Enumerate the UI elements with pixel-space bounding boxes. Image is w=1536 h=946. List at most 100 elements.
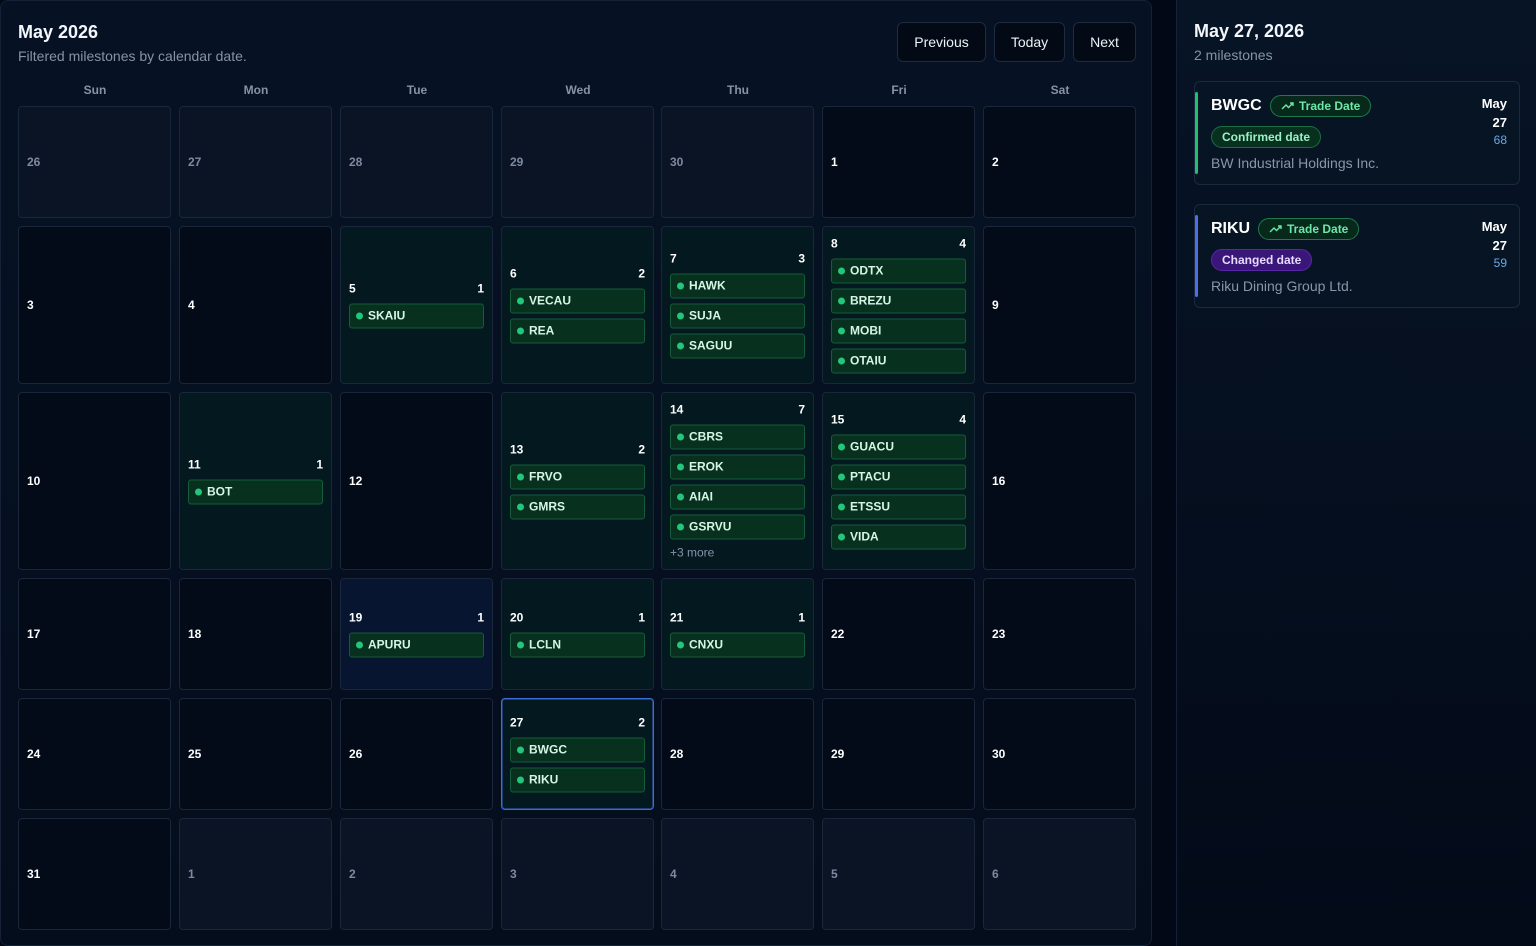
day-cell[interactable]: 29 (822, 698, 975, 810)
day-cell[interactable]: 26 (340, 698, 493, 810)
next-button[interactable]: Next (1073, 22, 1136, 62)
milestone-chip[interactable]: BOT (188, 479, 323, 505)
day-number: 3 (510, 867, 517, 881)
milestone-chip[interactable]: SKAIU (349, 303, 484, 329)
day-number: 29 (510, 155, 524, 169)
day-cell[interactable]: 25 (179, 698, 332, 810)
day-cell[interactable]: 5 (822, 818, 975, 930)
milestone-chip[interactable]: AIAI (670, 484, 805, 510)
day-cell[interactable]: 15 4 GUACU PTACU ETSSU VIDA (822, 392, 975, 570)
milestone-chip[interactable]: GSRVU (670, 514, 805, 540)
day-cell-content: 20 1 LCLN (510, 611, 645, 658)
day-cell[interactable]: 10 (18, 392, 171, 570)
day-cell[interactable]: 24 (18, 698, 171, 810)
milestone-chip[interactable]: LCLN (510, 632, 645, 658)
milestone-card[interactable]: BWGC Trade Date Confirmed date BW Industria… (1194, 81, 1520, 185)
day-cell-header: 51 (349, 282, 484, 296)
milestone-chip[interactable]: RIKU (510, 767, 645, 793)
status-dot-icon (517, 473, 524, 481)
day-cell[interactable]: 6 2 VECAU REA (501, 226, 654, 384)
day-cell[interactable]: 30 (983, 698, 1136, 810)
day-cell[interactable]: 27 2 BWGC RIKU (501, 698, 654, 810)
previous-button[interactable]: Previous (897, 22, 986, 62)
milestone-chip[interactable]: SAGUU (670, 333, 805, 359)
more-link[interactable]: +3 more (670, 546, 805, 560)
day-cell[interactable]: 30 (661, 106, 814, 218)
day-cell[interactable]: 3 (501, 818, 654, 930)
day-cell[interactable]: 6 (983, 818, 1136, 930)
day-cell[interactable]: 4 (179, 226, 332, 384)
day-cell[interactable]: 14 7 CBRS EROK AIAI GSRVU +3 more (661, 392, 814, 570)
day-cell-header: 13 2 (510, 443, 645, 457)
day-number: 8 (831, 236, 838, 251)
milestone-chip[interactable]: BWGC (510, 737, 645, 763)
milestone-chip[interactable]: CNXU (670, 632, 805, 658)
milestone-chip[interactable]: FRVO (510, 464, 645, 490)
day-cell[interactable]: 9 (983, 226, 1136, 384)
milestone-chip[interactable]: CBRS (670, 424, 805, 450)
day-cell[interactable]: 28 (340, 106, 493, 218)
day-cell[interactable]: 1 (179, 818, 332, 930)
day-cell[interactable]: 2 (340, 818, 493, 930)
day-cell[interactable]: 20 1 LCLN (501, 578, 654, 690)
milestone-chip[interactable]: PTACU (831, 464, 966, 490)
today-button[interactable]: Today (994, 22, 1065, 62)
milestone-chip[interactable]: BREZU (831, 288, 966, 314)
milestone-type-label: Trade Date (1299, 99, 1361, 113)
milestone-chip[interactable]: MOBI (831, 318, 966, 344)
milestone-chip[interactable]: SUJA (670, 303, 805, 329)
milestone-chip[interactable]: OTAIU (831, 348, 966, 374)
day-cell[interactable]: 12 (340, 392, 493, 570)
milestone-chip[interactable]: GUACU (831, 434, 966, 460)
day-cell-content: 15 4 GUACU PTACU ETSSU VIDA (831, 413, 966, 550)
day-cell[interactable]: 19 1 APURU (340, 578, 493, 690)
day-cell[interactable]: 2 (983, 106, 1136, 218)
day-cell[interactable]: 13 2 FRVO GMRS (501, 392, 654, 570)
day-cell[interactable]: 11 1 BOT (179, 392, 332, 570)
milestone-chip[interactable]: ODTX (831, 258, 966, 284)
day-number: 29 (831, 747, 845, 761)
milestone-list: ODTX BREZU MOBI OTAIU (831, 258, 966, 374)
day-cell[interactable]: 31 (18, 818, 171, 930)
milestone-date: May 27 59 (1482, 220, 1507, 271)
milestone-chip[interactable]: ETSSU (831, 494, 966, 520)
day-cell-header: 62 (510, 267, 645, 281)
day-cell[interactable]: 23 (983, 578, 1136, 690)
day-cell[interactable]: 28 (661, 698, 814, 810)
milestone-count: 4 (959, 236, 966, 251)
milestone-list: LCLN (510, 632, 645, 658)
milestone-ticker: VECAU (529, 293, 572, 308)
day-cell[interactable]: 3 (18, 226, 171, 384)
day-number: 2 (349, 867, 356, 881)
day-cell[interactable]: 29 (501, 106, 654, 218)
milestone-card[interactable]: RIKU Trade Date Changed date Riku Dining Gr… (1194, 204, 1520, 308)
milestone-chip[interactable]: GMRS (510, 494, 645, 520)
accent-bar (1195, 215, 1198, 297)
milestone-chip[interactable]: VIDA (831, 524, 966, 550)
weekday-header-thu: Thu (727, 83, 749, 97)
day-cell[interactable]: 1 (822, 106, 975, 218)
day-cell[interactable]: 27 (179, 106, 332, 218)
weekday-header-sun: Sun (83, 83, 107, 97)
milestone-chip[interactable]: EROK (670, 454, 805, 480)
day-cell[interactable]: 26 (18, 106, 171, 218)
day-cell[interactable]: 4 (661, 818, 814, 930)
milestone-count: 2 (638, 266, 645, 281)
milestone-chip[interactable]: HAWK (670, 273, 805, 299)
day-cell[interactable]: 5 1 SKAIU (340, 226, 493, 384)
milestone-chip[interactable]: VECAU (510, 288, 645, 314)
day-cell[interactable]: 21 1 CNXU (661, 578, 814, 690)
day-cell-content: 9 (992, 298, 1127, 312)
day-cell[interactable]: 18 (179, 578, 332, 690)
day-cell[interactable]: 17 (18, 578, 171, 690)
day-cell[interactable]: 7 3 HAWK SUJA SAGUU (661, 226, 814, 384)
day-cell[interactable]: 16 (983, 392, 1136, 570)
day-cell[interactable]: 8 4 ODTX BREZU MOBI OTAIU (822, 226, 975, 384)
day-cell[interactable]: 22 (822, 578, 975, 690)
calendar-subtitle: Filtered milestones by calendar date. (18, 48, 247, 64)
milestone-chip[interactable]: REA (510, 318, 645, 344)
day-cell-content: 2 (349, 867, 484, 881)
milestone-ticker: VIDA (850, 529, 879, 544)
milestone-chip[interactable]: APURU (349, 632, 484, 658)
day-cell-header: 29 (510, 155, 645, 169)
